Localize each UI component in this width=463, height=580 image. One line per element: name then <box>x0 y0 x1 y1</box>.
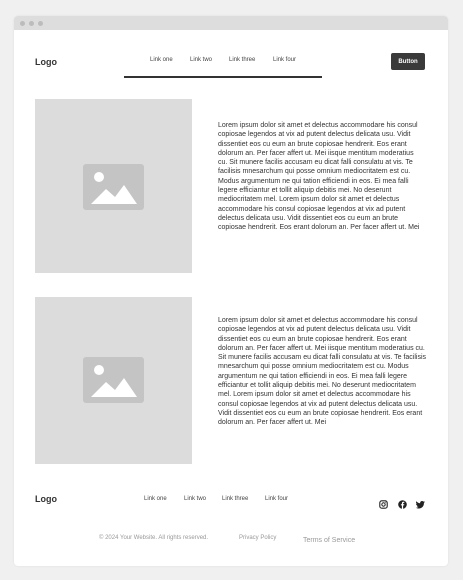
twitter-icon[interactable] <box>416 496 425 509</box>
window-titlebar <box>14 16 448 30</box>
copyright-text: © 2024 Your Website. All rights reserved… <box>99 535 209 541</box>
nav-link-four[interactable]: Link four <box>273 57 296 63</box>
section-1-image-placeholder <box>35 99 192 273</box>
section-1-text: Lorem ipsum dolor sit amet et delectus a… <box>218 122 420 232</box>
section-2-image-placeholder <box>35 297 192 464</box>
nav-link-three[interactable]: Link three <box>229 57 255 63</box>
footer-link-two[interactable]: Link two <box>184 496 206 502</box>
footer-link-three[interactable]: Link three <box>222 496 248 502</box>
footer-link-one[interactable]: Link one <box>144 496 167 502</box>
image-icon <box>83 164 144 210</box>
facebook-icon[interactable] <box>398 496 407 509</box>
terms-of-service-link[interactable]: Terms of Service <box>303 537 355 544</box>
privacy-policy-link[interactable]: Privacy Policy <box>239 535 276 541</box>
header-button[interactable]: Button <box>391 53 425 70</box>
header-nav: Link one Link two Link three Link four <box>124 56 322 78</box>
browser-window: Logo Link one Link two Link three Link f… <box>14 16 448 566</box>
instagram-icon[interactable] <box>379 496 388 509</box>
footer-logo[interactable]: Logo <box>35 494 57 504</box>
window-close-dot[interactable] <box>20 21 25 26</box>
footer-link-four[interactable]: Link four <box>265 496 288 502</box>
header-logo[interactable]: Logo <box>35 57 57 67</box>
window-minimize-dot[interactable] <box>29 21 34 26</box>
image-icon <box>83 357 144 403</box>
nav-link-one[interactable]: Link one <box>150 57 173 63</box>
window-maximize-dot[interactable] <box>38 21 43 26</box>
nav-link-two[interactable]: Link two <box>190 57 212 63</box>
section-2-text: Lorem ipsum dolor sit amet et delectus a… <box>218 317 427 427</box>
